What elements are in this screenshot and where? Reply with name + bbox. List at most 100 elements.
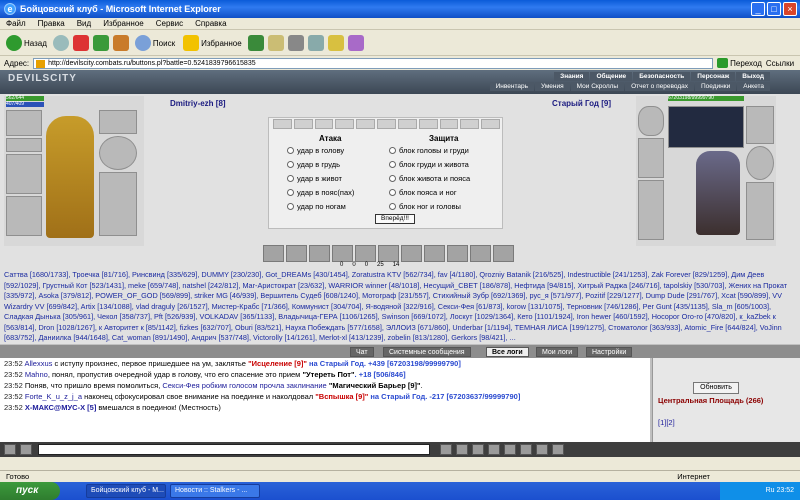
messenger-icon[interactable] <box>347 35 364 51</box>
ie-icon: e <box>4 3 16 15</box>
boots-slot[interactable] <box>99 172 137 236</box>
color-icon[interactable] <box>520 444 532 455</box>
skill-icon[interactable] <box>424 245 445 262</box>
tab-all-logs[interactable]: Все логи <box>486 347 529 357</box>
shield-slot[interactable] <box>99 136 137 170</box>
mail-icon[interactable] <box>267 35 284 51</box>
defense-option[interactable]: блок живота и пояса <box>389 174 470 183</box>
skill-icon[interactable] <box>378 245 399 262</box>
print-icon[interactable] <box>287 35 304 51</box>
send-icon[interactable] <box>440 444 452 455</box>
nav-inventory[interactable]: Инвентарь <box>489 82 534 91</box>
attack-submit-button[interactable]: Вперёд!!! <box>375 214 415 224</box>
search-button[interactable]: Поиск <box>133 33 177 53</box>
edit-icon[interactable] <box>307 35 324 51</box>
menu-edit[interactable]: Правка <box>38 19 65 28</box>
start-button[interactable]: пуск <box>0 482 60 500</box>
links-label[interactable]: Ссылки <box>766 59 794 68</box>
menu-help[interactable]: Справка <box>195 19 226 28</box>
back-button[interactable]: Назад <box>4 33 49 53</box>
maximize-button[interactable]: □ <box>767 2 781 16</box>
page-links[interactable]: [1][2] <box>658 418 675 427</box>
right-fighter-name[interactable]: Старый Год [9] <box>552 99 611 108</box>
skill-icon[interactable] <box>286 245 307 262</box>
chat-input[interactable] <box>38 444 430 455</box>
tab-system-messages[interactable]: Системные сообщения <box>383 347 471 357</box>
skill-icon[interactable] <box>263 245 284 262</box>
left-fighter-name[interactable]: Dmitriy-ezh [8] <box>170 99 226 108</box>
chat-mode-icon[interactable] <box>552 444 564 455</box>
amulet-slot[interactable] <box>6 138 42 152</box>
boots-slot[interactable] <box>746 182 774 240</box>
attack-option[interactable]: удар в грудь <box>287 160 340 169</box>
task-stalkers[interactable]: Новости :: Stalkers - ... <box>170 484 260 498</box>
refresh-button[interactable]: Обновить <box>693 382 739 394</box>
smile-icon[interactable] <box>20 444 32 455</box>
attack-option[interactable]: удар в пояс(пах) <box>287 188 354 197</box>
nav-transfers[interactable]: Отчет о переводах <box>625 82 694 91</box>
language-indicator[interactable]: Ru <box>766 487 775 494</box>
location-panel: Обновить Центральная Площадь (266) [1][2… <box>652 358 800 442</box>
task-combats[interactable]: Бойцовский клуб - M... <box>86 484 166 498</box>
skill-icon[interactable] <box>355 245 376 262</box>
menu-favorites[interactable]: Избранное <box>103 19 144 28</box>
nav-fights[interactable]: Поединки <box>694 82 737 91</box>
stop-icon[interactable] <box>72 35 89 51</box>
armor-slot[interactable] <box>638 180 664 240</box>
armor-slot[interactable] <box>6 196 42 236</box>
forward-arrow-icon[interactable] <box>52 35 69 51</box>
sound-icon[interactable] <box>504 444 516 455</box>
shield-slot[interactable] <box>746 146 774 180</box>
refresh-icon[interactable] <box>92 35 109 51</box>
nav-knowledge[interactable]: Знания <box>554 72 590 81</box>
menu-file[interactable]: Файл <box>6 19 26 28</box>
rune-slots[interactable] <box>668 106 744 148</box>
skill-icon[interactable] <box>447 245 468 262</box>
history-icon[interactable] <box>247 35 264 51</box>
nav-chat[interactable]: Общение <box>590 72 633 81</box>
gloves-slot[interactable] <box>99 110 137 134</box>
defense-option[interactable]: блок ног и головы <box>389 202 461 211</box>
skill-icon[interactable] <box>470 245 491 262</box>
home-icon[interactable] <box>112 35 129 51</box>
menu-view[interactable]: Вид <box>77 19 91 28</box>
menu-icon[interactable] <box>4 444 16 455</box>
weapon-slot[interactable] <box>6 154 42 194</box>
clear-icon[interactable] <box>456 444 468 455</box>
attack-option[interactable]: удар в голову <box>287 146 344 155</box>
tab-my-logs[interactable]: Мои логи <box>536 347 579 357</box>
defense-option[interactable]: блок пояса и ног <box>389 188 457 197</box>
menu-tools[interactable]: Сервис <box>156 19 183 28</box>
chat-log: 23:52 Allexxus с иступу произнес, первое… <box>0 358 650 442</box>
tab-chat[interactable]: Чат <box>350 347 374 357</box>
nav-profile[interactable]: Анкета <box>737 82 770 91</box>
nav-skills[interactable]: Умения <box>534 82 570 91</box>
private-icon[interactable] <box>536 444 548 455</box>
defense-option[interactable]: блок груди и живота <box>389 160 469 169</box>
gloves-slot[interactable] <box>746 106 774 144</box>
skill-icon[interactable] <box>401 245 422 262</box>
skill-icon[interactable] <box>493 245 514 262</box>
weapon-slot[interactable] <box>638 138 664 178</box>
minimize-button[interactable]: _ <box>751 2 765 16</box>
favorites-button[interactable]: Избранное <box>181 33 244 53</box>
skill-icon[interactable] <box>309 245 330 262</box>
attack-option[interactable]: удар в живот <box>287 174 342 183</box>
tab-settings[interactable]: Настройки <box>586 347 633 357</box>
discuss-icon[interactable] <box>327 35 344 51</box>
address-input[interactable]: http://devilscity.combats.ru/buttons.pl?… <box>33 57 714 69</box>
translit-icon[interactable] <box>488 444 500 455</box>
helmet-slot[interactable] <box>638 106 664 136</box>
defense-option[interactable]: блок головы и груди <box>389 146 469 155</box>
nav-scrolls[interactable]: Мои Скроллы <box>570 82 625 91</box>
helmet-slot[interactable] <box>6 110 42 136</box>
nav-character[interactable]: Персонаж <box>691 72 736 81</box>
go-button[interactable]: Переход <box>717 58 762 68</box>
nav-security[interactable]: Безопасность <box>633 72 691 81</box>
filter-icon[interactable] <box>472 444 484 455</box>
nav-exit[interactable]: Выход <box>736 72 770 81</box>
close-button[interactable]: × <box>783 2 797 16</box>
attack-option[interactable]: удар по ногам <box>287 202 346 211</box>
skill-icon[interactable] <box>332 245 353 262</box>
search-label: Поиск <box>152 38 176 48</box>
